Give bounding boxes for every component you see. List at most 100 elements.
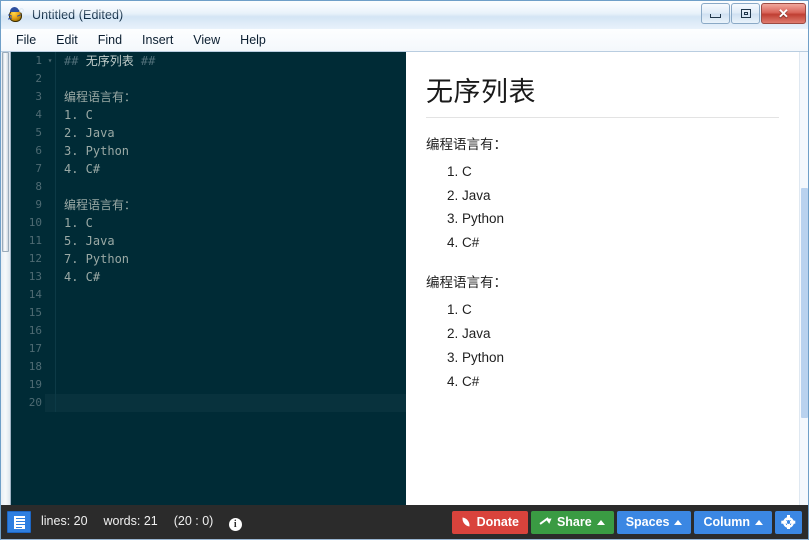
editor-line[interactable]: 18: [11, 358, 406, 376]
menu-item-find[interactable]: Find: [89, 30, 131, 50]
editor-line[interactable]: 2: [11, 70, 406, 88]
status-bar-right: Donate Share Spaces Column: [451, 510, 808, 534]
editor-line[interactable]: 15: [11, 304, 406, 322]
preview-scrollbar[interactable]: [799, 52, 808, 505]
line-number: 7: [11, 160, 45, 178]
line-number: 20: [11, 394, 45, 412]
line-number: 9: [11, 196, 45, 214]
editor-code-area[interactable]: 1 ▾ ## 无序列表 ## 2 3 编程语言有： 4 1. C 5 2. Java 6 3. Pyt…: [11, 52, 406, 505]
status-lines: lines: 20: [41, 513, 88, 528]
line-number: 2: [11, 70, 45, 88]
editor-pane[interactable]: 1 ▾ ## 无序列表 ## 2 3 编程语言有： 4 1. C 5 2. Java 6 3. Pyt…: [1, 52, 406, 505]
minimize-button[interactable]: [701, 3, 730, 24]
heading-text: 无序列表: [85, 54, 134, 68]
list-item: C: [462, 162, 779, 183]
editor-line[interactable]: 9 编程语言有：: [11, 196, 406, 214]
list-item: C: [462, 300, 779, 321]
editor-line[interactable]: 12 7. Python: [11, 250, 406, 268]
fold-toggle-icon[interactable]: ▾: [45, 52, 55, 70]
editor-line-text: [56, 178, 406, 196]
maximize-button[interactable]: [731, 3, 760, 24]
preview-blocks: 编程语言有：CJavaPythonC#编程语言有：CJavaPythonC#: [426, 134, 779, 393]
editor-line[interactable]: 5 2. Java: [11, 124, 406, 142]
editor-line[interactable]: 10 1. C: [11, 214, 406, 232]
line-number: 15: [11, 304, 45, 322]
line-number: 5: [11, 124, 45, 142]
gear-icon: [781, 516, 796, 529]
preview-ordered-list: CJavaPythonC#: [426, 162, 779, 255]
spaces-button[interactable]: Spaces: [616, 510, 692, 534]
editor-line-text: 编程语言有：: [64, 90, 137, 104]
application-window: Untitled (Edited) ✕ File Edit Find Inser…: [0, 0, 809, 540]
editor-scrollbar[interactable]: [1, 52, 11, 505]
preview-pane: 无序列表 编程语言有：CJavaPythonC#编程语言有：CJavaPytho…: [406, 52, 808, 505]
list-item: Java: [462, 186, 779, 207]
editor-line[interactable]: 6 3. Python: [11, 142, 406, 160]
list-item: Python: [462, 209, 779, 230]
heading-marker-trailing: ##: [133, 54, 156, 68]
editor-line-text: 1. C: [64, 108, 93, 122]
editor-line[interactable]: 3 编程语言有：: [11, 88, 406, 106]
editor-scrollbar-thumb[interactable]: [2, 52, 9, 252]
editor-line-text: [56, 376, 406, 394]
column-label: Column: [703, 515, 750, 529]
editor-line-text: ## 无序列表 ##: [56, 52, 406, 70]
editor-line-text: [56, 70, 406, 88]
close-button[interactable]: ✕: [761, 3, 806, 24]
share-label: Share: [556, 515, 592, 529]
menu-item-view[interactable]: View: [184, 30, 229, 50]
preview-ordered-list: CJavaPythonC#: [426, 300, 779, 393]
editor-line-text: 7. Python: [64, 252, 130, 266]
editor-line-text: [56, 322, 406, 340]
editor-line[interactable]: 16: [11, 322, 406, 340]
editor-line-text: [56, 358, 406, 376]
menu-item-help[interactable]: Help: [231, 30, 275, 50]
menu-item-file[interactable]: File: [7, 30, 45, 50]
menu-item-insert[interactable]: Insert: [133, 30, 182, 50]
line-number: 16: [11, 322, 45, 340]
status-words: words: 21: [103, 513, 158, 528]
editor-line[interactable]: 1 ▾ ## 无序列表 ##: [11, 52, 406, 70]
editor-line[interactable]: 13 4. C#: [11, 268, 406, 286]
donate-button[interactable]: Donate: [451, 510, 528, 534]
status-bar: lines: 20 words: 21 (20 : 0) i Donate Sh…: [1, 505, 808, 539]
line-number: 18: [11, 358, 45, 376]
settings-button[interactable]: [775, 510, 802, 534]
editor-line[interactable]: 11 5. Java: [11, 232, 406, 250]
editor-line-text: [56, 394, 406, 412]
preview-paragraph: 编程语言有：: [426, 137, 507, 152]
column-button[interactable]: Column: [694, 510, 772, 534]
preview-scrollbar-thumb[interactable]: [801, 188, 808, 418]
chevron-up-icon: [596, 519, 605, 525]
editor-line[interactable]: 14: [11, 286, 406, 304]
share-button[interactable]: Share: [530, 510, 614, 534]
editor-line-text: 4. C#: [64, 270, 101, 284]
editor-line[interactable]: 19: [11, 376, 406, 394]
editor-line[interactable]: 17: [11, 340, 406, 358]
line-number: 11: [11, 232, 45, 250]
editor-line[interactable]: 20: [11, 394, 406, 412]
menu-item-edit[interactable]: Edit: [47, 30, 87, 50]
editor-line-text: 1. C: [64, 216, 93, 230]
info-icon[interactable]: i: [228, 517, 242, 531]
editor-line[interactable]: 7 4. C#: [11, 160, 406, 178]
editor-line[interactable]: 8: [11, 178, 406, 196]
document-list-icon[interactable]: [7, 511, 31, 533]
chevron-up-icon: [755, 519, 763, 525]
editor-line[interactable]: 4 1. C: [11, 106, 406, 124]
line-number: 3: [11, 88, 45, 106]
editor-line-text: 5. Java: [64, 234, 115, 248]
